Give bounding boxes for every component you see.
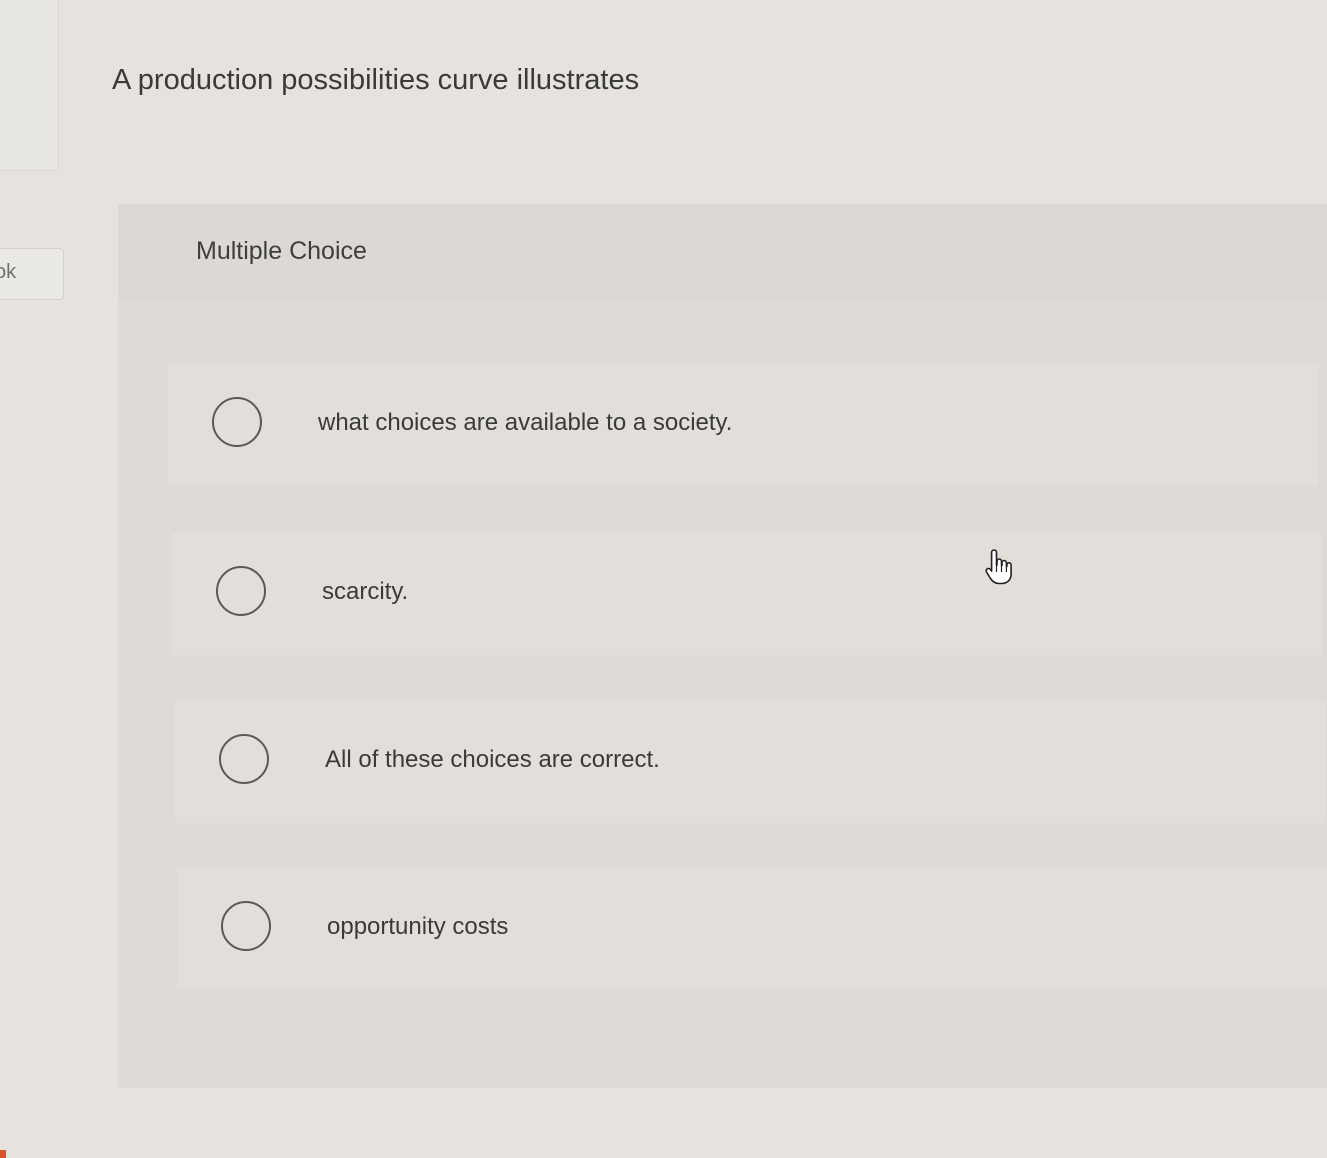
question-type-label: Multiple Choice xyxy=(196,237,367,265)
radio-button[interactable] xyxy=(216,566,266,616)
answer-option-2[interactable]: scarcity. xyxy=(172,533,1322,655)
answer-option-label: All of these choices are correct. xyxy=(325,746,660,773)
sidebar-tab-label: ok xyxy=(0,261,17,283)
corner-accent xyxy=(0,1150,6,1158)
answer-option-label: what choices are available to a society. xyxy=(318,409,733,436)
question-prompt: A production possibilities curve illustr… xyxy=(112,64,640,96)
panel-header: Multiple Choice xyxy=(118,204,1327,300)
radio-button[interactable] xyxy=(212,397,262,447)
answer-option-1[interactable]: what choices are available to a society. xyxy=(168,364,1318,486)
answer-option-3[interactable]: All of these choices are correct. xyxy=(175,701,1325,823)
radio-button[interactable] xyxy=(219,734,269,784)
answer-option-label: opportunity costs xyxy=(327,913,509,940)
multiple-choice-panel: Multiple Choice what choices are availab… xyxy=(118,204,1327,1088)
hand-pointer-icon xyxy=(985,549,1012,585)
answer-option-label: scarcity. xyxy=(322,578,409,605)
left-panel-edge xyxy=(0,0,59,171)
answer-option-4[interactable]: opportunity costs xyxy=(177,868,1327,990)
radio-button[interactable] xyxy=(221,901,271,951)
sidebar-tab[interactable]: ok xyxy=(0,248,64,300)
